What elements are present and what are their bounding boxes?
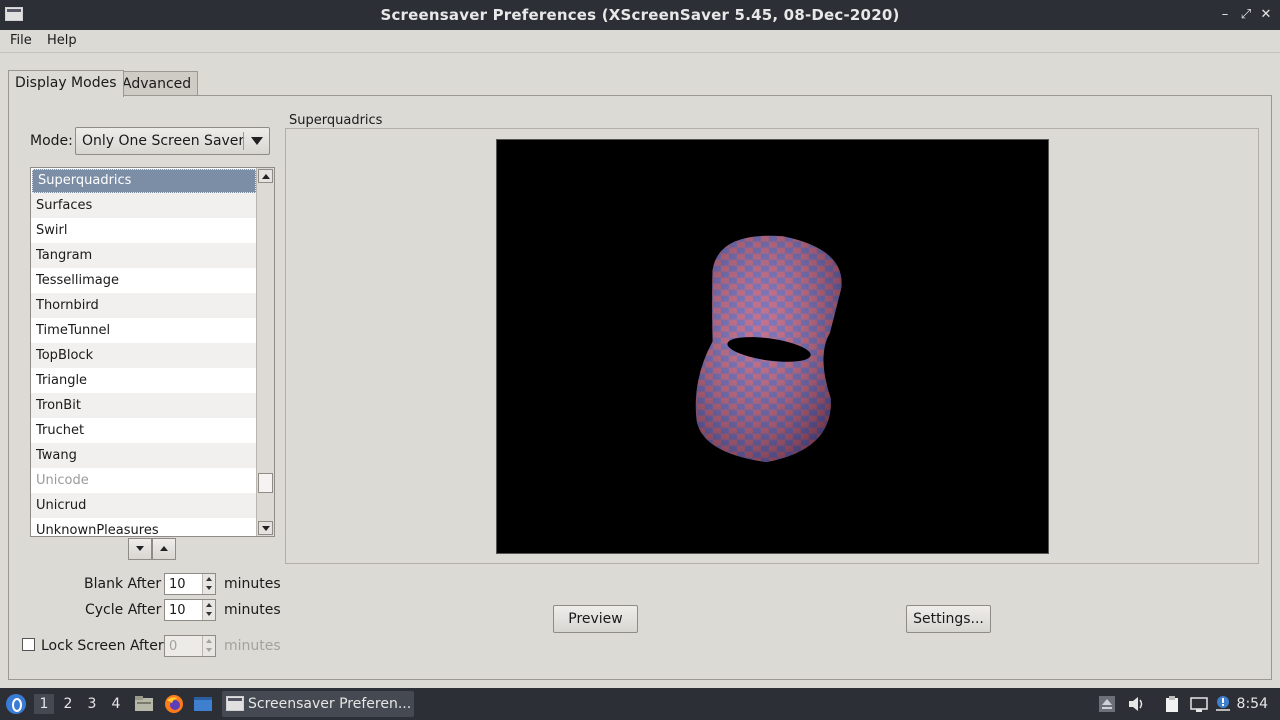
- clock: 8:54: [1236, 696, 1268, 712]
- list-item[interactable]: Thornbird: [31, 293, 257, 318]
- notification-icon[interactable]: [1214, 695, 1232, 713]
- preview-button[interactable]: Preview: [553, 605, 638, 633]
- scroll-up-button[interactable]: [258, 169, 273, 183]
- menu-help[interactable]: Help: [47, 33, 77, 48]
- lock-screen-unit: minutes: [224, 638, 281, 654]
- mode-dropdown-separator: [243, 132, 244, 150]
- saver-list-scrollbar[interactable]: [256, 168, 274, 536]
- network-icon[interactable]: [1190, 695, 1208, 713]
- workspace-4[interactable]: 4: [106, 694, 126, 714]
- list-item[interactable]: UnknownPleasures: [31, 518, 257, 536]
- lock-screen-checkbox[interactable]: [22, 638, 35, 651]
- list-item[interactable]: Superquadrics: [32, 169, 256, 193]
- tab-advanced[interactable]: Advanced: [115, 71, 199, 95]
- desktop-icon[interactable]: [193, 694, 213, 714]
- lock-screen-spinner: 0: [164, 635, 216, 657]
- settings-button[interactable]: Settings...: [906, 605, 991, 633]
- list-item[interactable]: Unicrud: [31, 493, 257, 518]
- window-titlebar: Screensaver Preferences (XScreenSaver 5.…: [0, 0, 1280, 30]
- workspace-2[interactable]: 2: [58, 694, 78, 714]
- list-item[interactable]: Triangle: [31, 368, 257, 393]
- cycle-after-value: 10: [169, 603, 186, 618]
- taskbar: 1 2 3 4 Screensaver Preferen... 8:54: [0, 688, 1280, 720]
- arrow-up-icon: [206, 603, 212, 607]
- minimize-button[interactable]: –: [1215, 5, 1235, 25]
- start-menu-icon[interactable]: [6, 694, 26, 714]
- arrow-down-icon: [262, 526, 270, 531]
- arrow-down-icon: [206, 648, 212, 652]
- window-app-icon: [226, 696, 244, 711]
- list-item[interactable]: TopBlock: [31, 343, 257, 368]
- arrow-up-icon: [160, 546, 168, 551]
- volume-icon[interactable]: [1127, 695, 1145, 713]
- list-item[interactable]: Truchet: [31, 418, 257, 443]
- window-title: Screensaver Preferences (XScreenSaver 5.…: [380, 6, 900, 24]
- arrow-up-icon: [262, 174, 270, 179]
- scrollbar-thumb[interactable]: [258, 473, 273, 493]
- lock-screen-value: 0: [169, 639, 178, 654]
- clipboard-icon[interactable]: [1163, 695, 1181, 713]
- arrow-down-icon: [206, 586, 212, 590]
- scroll-down-button[interactable]: [258, 521, 273, 535]
- saver-list-rows: Superquadrics Surfaces Swirl Tangram Tessell…: [31, 168, 257, 536]
- taskbar-task-screensaver[interactable]: Screensaver Preferen...: [222, 691, 414, 717]
- next-saver-button[interactable]: [128, 538, 152, 560]
- superquadrics-render: [695, 235, 842, 463]
- blank-after-spinner[interactable]: 10: [164, 573, 216, 595]
- cycle-after-spinner[interactable]: 10: [164, 599, 216, 621]
- arrow-down-icon: [206, 612, 212, 616]
- arrow-down-icon: [136, 546, 144, 551]
- firefox-icon[interactable]: [164, 694, 184, 714]
- screensaver-preview: [496, 139, 1049, 554]
- workspace-3[interactable]: 3: [82, 694, 102, 714]
- blank-after-stepper[interactable]: [202, 574, 215, 594]
- list-item[interactable]: Tessellimage: [31, 268, 257, 293]
- menu-bar: File Help: [0, 30, 1280, 53]
- list-item[interactable]: TimeTunnel: [31, 318, 257, 343]
- arrow-up-icon: [206, 639, 212, 643]
- mode-label: Mode:: [30, 133, 73, 149]
- list-item[interactable]: TronBit: [31, 393, 257, 418]
- list-item[interactable]: Swirl: [31, 218, 257, 243]
- close-button[interactable]: ✕: [1256, 5, 1276, 25]
- superquadric-shape: [695, 235, 842, 463]
- list-item[interactable]: Unicode: [31, 468, 257, 493]
- mode-dropdown-value: Only One Screen Saver: [82, 133, 245, 149]
- tab-display-modes[interactable]: Display Modes: [8, 70, 124, 97]
- arrow-up-icon: [206, 577, 212, 581]
- blank-after-label: Blank After: [84, 576, 162, 592]
- previous-saver-button[interactable]: [152, 538, 176, 560]
- lock-screen-label: Lock Screen After: [41, 638, 164, 654]
- cycle-after-unit: minutes: [224, 602, 281, 618]
- saver-list[interactable]: Superquadrics Surfaces Swirl Tangram Tessell…: [30, 167, 275, 537]
- blank-after-value: 10: [169, 577, 186, 592]
- blank-after-unit: minutes: [224, 576, 281, 592]
- cycle-after-label: Cycle After: [85, 602, 162, 618]
- chevron-down-icon: [251, 137, 263, 145]
- maximize-button[interactable]: ⤢: [1236, 5, 1256, 25]
- list-item[interactable]: Twang: [31, 443, 257, 468]
- preview-frame-title: Superquadrics: [289, 113, 387, 128]
- task-label: Screensaver Preferen...: [248, 696, 412, 712]
- list-item[interactable]: Tangram: [31, 243, 257, 268]
- file-manager-icon[interactable]: [134, 694, 154, 714]
- mode-dropdown[interactable]: Only One Screen Saver: [75, 127, 270, 155]
- menu-file[interactable]: File: [10, 33, 32, 48]
- cycle-after-stepper[interactable]: [202, 600, 215, 620]
- eject-icon[interactable]: [1098, 695, 1116, 713]
- workspace-1[interactable]: 1: [34, 694, 54, 714]
- list-item[interactable]: Surfaces: [31, 193, 257, 218]
- lock-screen-stepper: [202, 636, 215, 656]
